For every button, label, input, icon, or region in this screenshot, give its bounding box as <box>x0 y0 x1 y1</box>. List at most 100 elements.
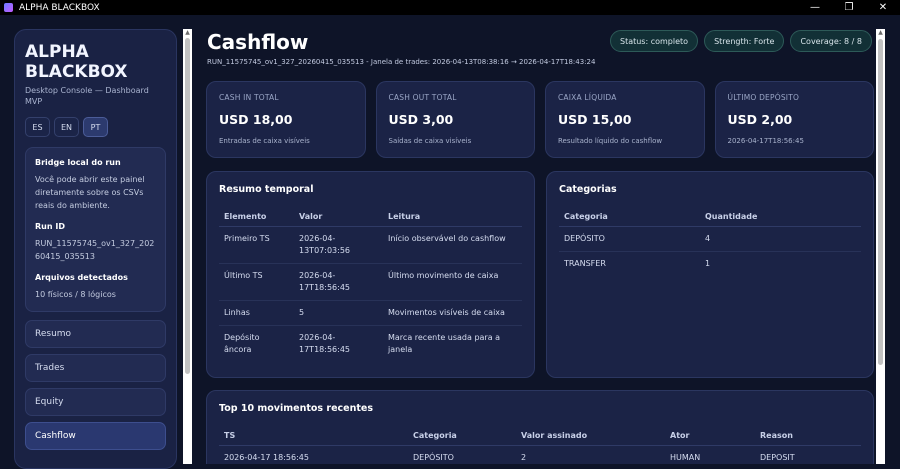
kpi-note: Entradas de caixa visíveis <box>219 137 310 145</box>
run-info-box: Bridge local do run Você pode abrir este… <box>25 147 166 312</box>
resumo-table: Elemento Valor Leitura Primeiro TS 2026-… <box>219 207 522 362</box>
sidebar-item-cashflow[interactable]: Cashflow <box>25 422 166 450</box>
bridge-title: Bridge local do run <box>35 158 121 167</box>
column-header: Ator <box>665 426 755 446</box>
table-cell: 2026-04-17T18:56:45 <box>299 333 350 354</box>
column-header: Categoria <box>559 207 700 227</box>
lang-button-pt[interactable]: PT <box>83 117 108 137</box>
table-cell: 4 <box>700 226 861 252</box>
column-header: Leitura <box>383 207 522 227</box>
table-cell: TRANSFER <box>564 259 606 268</box>
sidebar: ALPHA BLACKBOX Desktop Console — Dashboa… <box>14 29 177 469</box>
table-header-row: Categoria Quantidade <box>559 207 861 227</box>
kpi-label: ÚLTIMO DEPÓSITO <box>727 93 800 102</box>
panel-title: Top 10 movimentos recentes <box>219 403 373 414</box>
kpi-label: CASH OUT TOTAL <box>388 93 457 102</box>
minimize-icon[interactable]: — <box>798 0 832 15</box>
kpi-card-caixa-liquida: CAIXA LÍQUIDA USD 15,00 Resultado líquid… <box>545 81 705 158</box>
scroll-up-arrow-icon[interactable]: ▲ <box>876 29 885 36</box>
kpi-label: CASH IN TOTAL <box>219 93 279 102</box>
kpi-value: USD 3,00 <box>388 112 454 127</box>
table-cell: Primeiro TS <box>219 226 294 264</box>
kpi-label: CAIXA LÍQUIDA <box>558 93 617 102</box>
close-icon[interactable]: ✕ <box>866 0 900 15</box>
table-header-row: TS Categoria Valor assinado Ator Reason <box>219 426 861 446</box>
kpi-card-ultimo-deposito: ÚLTIMO DEPÓSITO USD 2,00 2026-04-17T18:5… <box>714 81 874 158</box>
window-controls: — ❐ ✕ <box>798 0 900 15</box>
table-cell: Marca recente usada para a janela <box>388 333 501 354</box>
categorias-panel: Categorias Categoria Quantidade DEPÓSITO… <box>546 171 874 378</box>
sidebar-scroll-thumb[interactable] <box>185 38 190 374</box>
language-switcher: ES EN PT <box>25 117 166 137</box>
table-row: 2026-04-17 18:56:45 DEPÓSITO 2 HUMAN DEP… <box>219 445 861 464</box>
panel-title: Resumo temporal <box>219 184 314 195</box>
column-header: Reason <box>755 426 861 446</box>
table-cell: Depósito âncora <box>224 333 260 354</box>
column-header: Quantidade <box>700 207 861 227</box>
categorias-table: Categoria Quantidade DEPÓSITO 4 TRANSFER… <box>559 207 861 276</box>
kpi-card-cash-in: CASH IN TOTAL USD 18,00 Entradas de caix… <box>206 81 366 158</box>
maximize-icon[interactable]: ❐ <box>832 0 866 15</box>
kpi-note: Saídas de caixa visíveis <box>388 137 472 145</box>
table-row: Último TS 2026-04-17T18:56:45 Último mov… <box>219 263 522 301</box>
brand-title: ALPHA BLACKBOX <box>25 42 128 82</box>
table-cell: 2026-04-17 18:56:45 <box>219 445 408 464</box>
bridge-text: Você pode abrir este painel diretamente … <box>35 175 145 210</box>
main-content: Cashflow RUN_11575745_ov1_327_20260415_0… <box>196 15 874 464</box>
table-cell: 2 <box>516 445 665 464</box>
brand-subtitle: Desktop Console — Dashboard MVP <box>25 86 149 106</box>
recentes-panel: Top 10 movimentos recentes TS Categoria … <box>206 390 874 464</box>
column-header: Categoria <box>408 426 516 446</box>
main-scrollbar[interactable]: ▲ <box>876 29 885 464</box>
table-cell: Último movimento de caixa <box>383 263 522 301</box>
table-cell: Linhas <box>219 300 294 326</box>
panel-title: Categorias <box>559 184 617 195</box>
coverage-badge: Coverage: 8 / 8 <box>790 30 872 52</box>
window-title: ALPHA BLACKBOX <box>19 2 100 13</box>
table-cell: 5 <box>294 300 383 326</box>
run-id-label: Run ID <box>35 222 65 231</box>
window-titlebar: ALPHA BLACKBOX — ❐ ✕ <box>0 0 900 15</box>
resumo-temporal-panel: Resumo temporal Elemento Valor Leitura P… <box>206 171 535 378</box>
kpi-row: CASH IN TOTAL USD 18,00 Entradas de caix… <box>206 81 874 158</box>
sidebar-item-resumo[interactable]: Resumo <box>25 320 166 348</box>
table-header-row: Elemento Valor Leitura <box>219 207 522 227</box>
table-cell: 1 <box>705 259 711 268</box>
scroll-up-arrow-icon[interactable]: ▲ <box>183 29 192 36</box>
status-badge: Status: completo <box>609 30 699 52</box>
table-row: TRANSFER 1 <box>559 252 861 277</box>
table-cell: Início observável do cashflow <box>383 226 522 264</box>
kpi-value: USD 15,00 <box>558 112 632 127</box>
lang-button-es[interactable]: ES <box>25 117 50 137</box>
page-title: Cashflow <box>207 30 309 54</box>
run-window-line: RUN_11575745_ov1_327_20260415_035513 - J… <box>207 58 596 66</box>
lang-button-en[interactable]: EN <box>54 117 79 137</box>
table-row: Primeiro TS 2026-04-13T07:03:56 Início o… <box>219 226 522 264</box>
kpi-value: USD 2,00 <box>727 112 793 127</box>
table-cell: 2026-04-17T18:56:45 <box>294 263 383 301</box>
table-cell: 2026-04-13T07:03:56 <box>294 226 383 264</box>
sidebar-scrollbar[interactable]: ▲ <box>183 29 192 464</box>
kpi-note: 2026-04-17T18:56:45 <box>727 137 804 145</box>
sidebar-nav: Resumo Trades Equity Cashflow <box>25 320 166 450</box>
table-row: Depósito âncora 2026-04-17T18:56:45 Marc… <box>219 326 522 363</box>
table-cell: Movimentos visíveis de caixa <box>383 300 522 326</box>
app-icon <box>4 3 13 12</box>
main-scroll-thumb[interactable] <box>878 39 883 365</box>
kpi-value: USD 18,00 <box>219 112 293 127</box>
status-badges: Status: completo Strength: Forte Coverag… <box>609 30 872 52</box>
table-cell: DEPOSIT <box>755 445 861 464</box>
sidebar-item-equity[interactable]: Equity <box>25 388 166 416</box>
table-cell: DEPÓSITO <box>559 226 700 252</box>
column-header: Valor assinado <box>516 426 665 446</box>
kpi-note: Resultado líquido do cashflow <box>558 137 663 145</box>
table-cell: HUMAN <box>665 445 755 464</box>
run-id-value: RUN_11575745_ov1_327_20260415_035513 <box>35 239 155 261</box>
files-value: 10 físicos / 8 lógicos <box>35 290 116 299</box>
kpi-card-cash-out: CASH OUT TOTAL USD 3,00 Saídas de caixa … <box>375 81 535 158</box>
table-row: DEPÓSITO 4 <box>559 226 861 252</box>
files-label: Arquivos detectados <box>35 273 128 282</box>
table-cell: Último TS <box>219 263 294 301</box>
sidebar-item-trades[interactable]: Trades <box>25 354 166 382</box>
column-header: TS <box>219 426 408 446</box>
